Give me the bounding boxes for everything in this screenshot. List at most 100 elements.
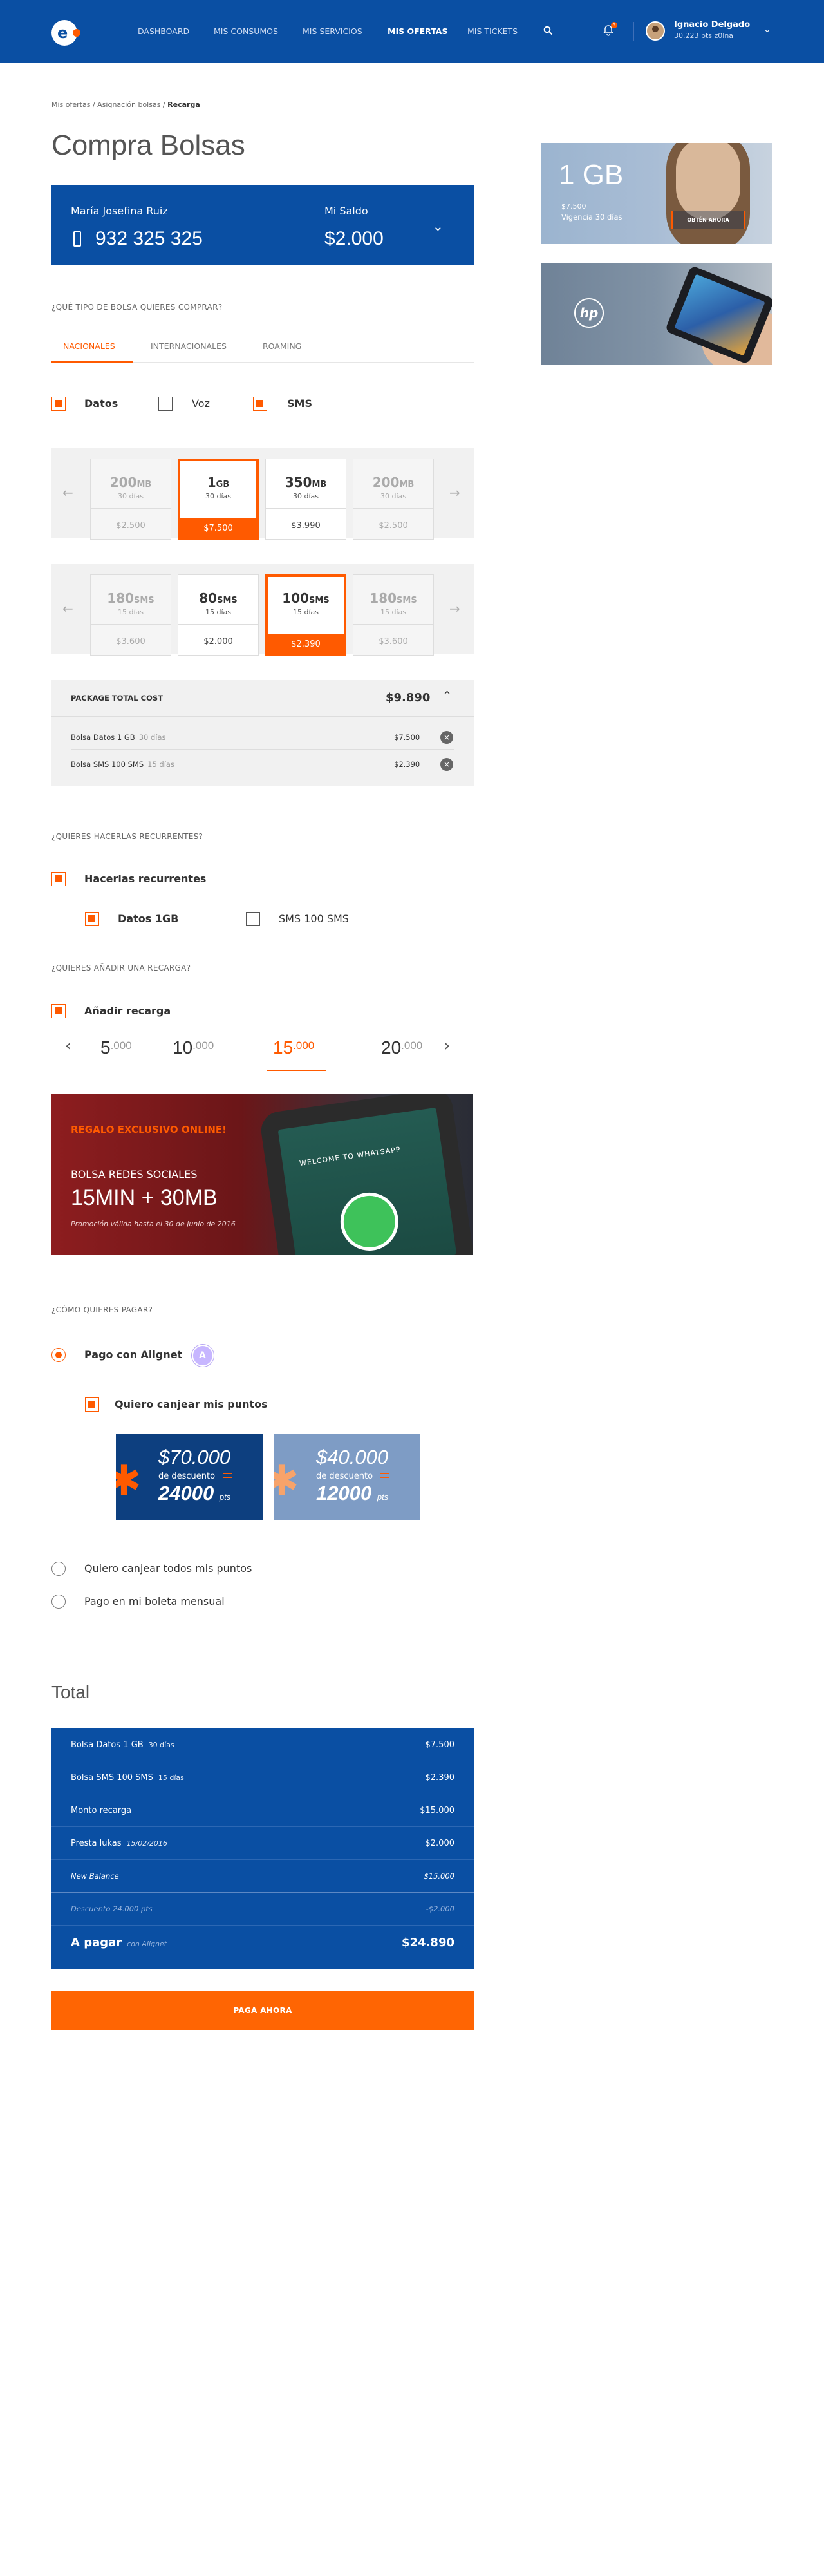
card-value: 80SMS <box>199 591 238 606</box>
card-price: $2.500 <box>379 521 408 531</box>
card-days: 15 días <box>205 608 231 616</box>
checkbox-sms[interactable] <box>253 397 267 411</box>
package-item-price: $2.390 <box>394 760 420 769</box>
notification-badge: 5 <box>611 22 617 28</box>
account-name: María Josefina Ruiz <box>71 205 168 217</box>
summary-row: Presta lukas 15/02/2016 $2.000 <box>52 1827 474 1860</box>
mobile-phone-icon <box>73 231 81 247</box>
data-card[interactable]: 350MB 30 días $3.990 <box>265 459 346 540</box>
tab-internacionales[interactable]: INTERNACIONALES <box>151 341 227 351</box>
checkbox-datos[interactable] <box>52 397 66 411</box>
breadcrumb-mis-ofertas[interactable]: Mis ofertas <box>52 100 90 109</box>
chevron-left-icon[interactable]: ‹ <box>65 1036 71 1056</box>
data-card-selected[interactable]: 1GB 30 días $7.500 <box>178 459 259 540</box>
recurrent-datos-label: Datos 1GB <box>118 913 179 925</box>
promo-banner[interactable]: REGALO EXCLUSIVO ONLINE! BOLSA REDES SOC… <box>52 1094 473 1255</box>
sms-card[interactable]: 180SMS 15 días $3.600 <box>353 574 434 656</box>
package-item: Bolsa Datos 1 GB 30 días <box>71 733 166 742</box>
nav-mis-servicios[interactable]: MIS SERVICIOS <box>303 26 362 36</box>
chevron-down-icon[interactable]: ⌄ <box>433 218 444 234</box>
radio-pago-alignet[interactable] <box>52 1348 66 1362</box>
checkbox-voz[interactable] <box>158 397 173 411</box>
checkbox-sms-100[interactable] <box>246 912 260 926</box>
filter-label-sms: SMS <box>287 397 312 410</box>
search-icon[interactable] <box>543 26 553 35</box>
radio-boleta-mensual[interactable] <box>52 1595 66 1609</box>
tab-roaming[interactable]: ROAMING <box>263 341 301 351</box>
total-value: $24.890 <box>402 1936 454 1949</box>
radio-canjear-todos[interactable] <box>52 1562 66 1576</box>
package-item-price: $7.500 <box>394 733 420 742</box>
package-title: PACKAGE TOTAL COST <box>71 694 163 703</box>
promo-kicker: REGALO EXCLUSIVO ONLINE! <box>71 1124 227 1135</box>
discount-option[interactable]: ✱ $40.000 de descuento 12000 pts <box>274 1434 420 1520</box>
ad-hp-banner[interactable]: hp <box>541 263 772 365</box>
equals-icon <box>380 1473 389 1478</box>
discount-desc: de descuento <box>158 1472 216 1481</box>
sms-card-selected[interactable]: 100SMS 15 días $2.390 <box>265 574 346 656</box>
breadcrumb-asignacion-bolsas[interactable]: Asignación bolsas <box>97 100 160 109</box>
chevron-up-icon[interactable]: ⌃ <box>442 689 452 703</box>
card-value: 350MB <box>285 475 327 490</box>
card-price: $3.990 <box>291 521 321 531</box>
recharge-amount[interactable]: 20.000 <box>381 1037 422 1058</box>
checkbox-datos-1gb[interactable] <box>85 912 99 926</box>
avatar[interactable] <box>646 21 665 41</box>
nav-dashboard[interactable]: DASHBOARD <box>138 26 189 36</box>
card-value: 200MB <box>372 475 415 490</box>
recharge-amount[interactable]: 10.000 <box>173 1037 214 1058</box>
breadcrumb: Mis ofertas / Asignación bolsas / Recarg… <box>52 100 200 109</box>
summary-row: New Balance $15.000 <box>52 1860 474 1893</box>
account-selector[interactable]: María Josefina Ruiz 932 325 325 Mi Saldo… <box>52 185 474 265</box>
user-name[interactable]: Ignacio Delgado <box>674 20 750 30</box>
sms-card[interactable]: 180SMS 15 días $3.600 <box>90 574 171 656</box>
pay-now-button[interactable]: PAGA AHORA <box>52 1991 474 2030</box>
recurrentes-label: Hacerlas recurrentes <box>84 873 207 885</box>
ad-cta-button[interactable]: OBTÉN AHORA <box>671 211 745 229</box>
whatsapp-icon <box>337 1189 402 1255</box>
remove-icon[interactable]: × <box>440 758 453 771</box>
remove-icon[interactable]: × <box>440 731 453 744</box>
breadcrumb-sep: / <box>160 100 168 109</box>
discount-option-selected[interactable]: ✱ $70.000 de descuento 24000 pts <box>116 1434 263 1520</box>
summary-row: Monto recarga $15.000 <box>52 1794 474 1827</box>
card-days: 15 días <box>292 608 319 616</box>
recurrent-sms-label: SMS 100 SMS <box>279 913 349 925</box>
checkbox-canjear-puntos[interactable] <box>85 1397 99 1412</box>
data-bag-carousel: ← 200MB 30 días $2.500 1GB 30 días $7.500 35… <box>52 448 474 540</box>
data-card[interactable]: 200MB 30 días $2.500 <box>353 459 434 540</box>
recharge-amount[interactable]: 5.000 <box>100 1037 132 1058</box>
hp-logo: hp <box>574 298 604 328</box>
checkbox-recurrentes[interactable] <box>52 872 66 886</box>
page-title: Compra Bolsas <box>52 129 245 161</box>
data-card[interactable]: 200MB 30 días $2.500 <box>90 459 171 540</box>
sms-card[interactable]: 80SMS 15 días $2.000 <box>178 574 259 656</box>
card-price: $3.600 <box>116 637 145 647</box>
nav-mis-tickets[interactable]: MIS TICKETS <box>467 26 518 36</box>
recurring-question: ¿QUIERES HACERLAS RECURRENTES? <box>52 832 203 841</box>
recharge-question: ¿QUIERES AÑADIR UNA RECARGA? <box>52 963 191 972</box>
recharge-active-indicator <box>267 1070 326 1071</box>
discount-desc: de descuento <box>316 1472 373 1481</box>
nav-mis-ofertas[interactable]: MIS OFERTAS <box>388 26 447 36</box>
card-value: 100SMS <box>282 591 330 606</box>
tab-nacionales[interactable]: NACIONALES <box>63 341 115 351</box>
ad-1gb-banner[interactable]: 1 GB $7.500 Vigencia 30 días OBTÉN AHORA <box>541 143 772 244</box>
nav-mis-consumos[interactable]: MIS CONSUMOS <box>214 26 278 36</box>
checkbox-recarga[interactable] <box>52 1004 66 1018</box>
entel-logo[interactable]: e <box>52 20 80 46</box>
card-value: 180SMS <box>107 591 154 606</box>
arrow-right-icon[interactable]: → <box>449 485 460 500</box>
discount-points: 24000 pts <box>158 1482 231 1504</box>
arrow-right-icon[interactable]: → <box>449 601 460 616</box>
arrow-left-icon[interactable]: ← <box>62 601 73 616</box>
arrow-left-icon[interactable]: ← <box>62 485 73 500</box>
package-item: Bolsa SMS 100 SMS 15 días <box>71 760 174 769</box>
divider <box>52 716 474 717</box>
filter-label-voz: Voz <box>192 397 210 410</box>
total-title: Total <box>52 1682 90 1702</box>
summary-row: Descuento 24.000 pts -$2.000 <box>52 1893 474 1926</box>
chevron-right-icon[interactable]: › <box>444 1036 450 1056</box>
chevron-down-icon[interactable]: ⌄ <box>763 24 771 35</box>
recharge-amount-selected[interactable]: 15.000 <box>273 1037 314 1058</box>
